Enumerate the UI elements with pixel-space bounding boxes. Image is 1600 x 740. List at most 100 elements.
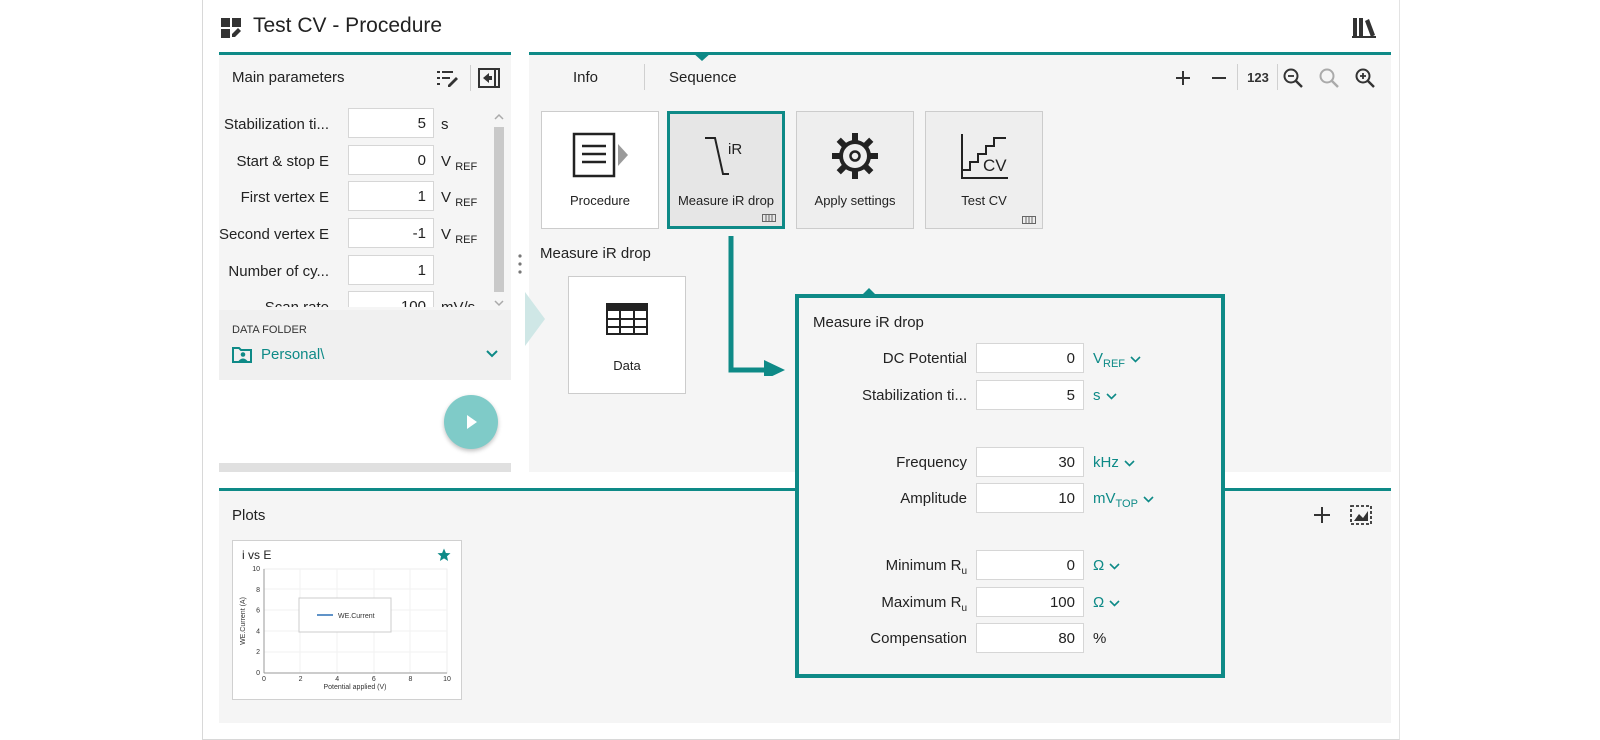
scroll-up-icon[interactable] xyxy=(493,113,505,121)
field-input[interactable]: 30 xyxy=(976,447,1084,477)
field-label: Amplitude xyxy=(900,490,967,507)
connector-arrow-icon xyxy=(728,236,785,376)
param-label: Stabilization ti... xyxy=(223,116,329,133)
scroll-down-icon[interactable] xyxy=(493,299,505,307)
panel-footer-bar xyxy=(219,463,511,472)
play-icon xyxy=(467,415,477,429)
param-unit: mV/s xyxy=(441,299,475,307)
edit-list-icon[interactable] xyxy=(436,68,460,90)
data-folder-value[interactable]: Personal\ xyxy=(261,346,324,363)
param-label: Second vertex E xyxy=(219,226,329,243)
unit-select[interactable]: Ω xyxy=(1093,557,1120,577)
param-label: Start & stop E xyxy=(236,153,329,170)
field-label: Maximum Ru xyxy=(881,594,967,614)
library-icon[interactable] xyxy=(1352,16,1376,38)
subsequence-title: Measure iR drop xyxy=(540,245,651,262)
zoom-in-icon[interactable] xyxy=(1353,66,1377,90)
field-label: Minimum Ru xyxy=(885,557,967,577)
plot-image-icon[interactable] xyxy=(1349,503,1373,527)
zoom-fit-icon[interactable] xyxy=(1317,66,1341,90)
play-button[interactable] xyxy=(444,395,498,449)
legend-label: WE.Current xyxy=(338,613,375,620)
field-input[interactable]: 5 xyxy=(976,380,1084,410)
apply-settings-tile[interactable]: Apply settings xyxy=(796,111,914,229)
data-folder-section[interactable]: DATA FOLDER Personal\ xyxy=(219,310,511,380)
plot-thumbnail[interactable]: i vs E WE.Current Potential applied (V) … xyxy=(232,540,462,700)
y-tick-label: 0 xyxy=(256,670,260,677)
active-tab-notch xyxy=(692,52,712,61)
measure-ir-drop-tile-label: Measure iR drop xyxy=(677,193,775,208)
param-label: First vertex E xyxy=(240,189,329,206)
field-input[interactable]: 80 xyxy=(976,623,1084,653)
x-tick-label: 6 xyxy=(372,676,376,683)
field-input[interactable]: 100 xyxy=(976,587,1084,617)
field-input[interactable]: 0 xyxy=(976,343,1084,373)
parameter-scrollbar[interactable] xyxy=(492,113,505,313)
field-label: Frequency xyxy=(896,454,967,471)
param-row: Number of cy... 1 xyxy=(219,255,499,287)
collapse-panel-icon[interactable] xyxy=(477,67,501,89)
tab-info[interactable]: Info xyxy=(573,69,598,86)
param-input[interactable]: 1 xyxy=(348,255,434,285)
table-badge-icon xyxy=(762,214,776,222)
add-plot-icon[interactable] xyxy=(1311,504,1333,526)
tab-divider xyxy=(644,64,645,90)
param-unit: V REF xyxy=(441,153,478,173)
unit-select[interactable]: s xyxy=(1093,387,1117,407)
y-tick-label: 6 xyxy=(256,608,260,615)
unit-select[interactable]: Ω xyxy=(1093,594,1120,614)
chevron-down-icon[interactable] xyxy=(1124,459,1135,467)
tab-sequence[interactable]: Sequence xyxy=(669,69,737,86)
remove-icon[interactable] xyxy=(1207,66,1231,90)
chevron-down-icon[interactable] xyxy=(1143,495,1154,503)
param-unit: V REF xyxy=(441,189,478,209)
param-row: Scan rate 100 mV/s xyxy=(219,291,499,307)
param-input[interactable]: 5 xyxy=(348,108,434,138)
apply-settings-tile-label: Apply settings xyxy=(814,193,896,208)
folder-user-icon xyxy=(232,347,252,363)
param-row: Stabilization ti... 5 s xyxy=(219,108,499,140)
param-input[interactable]: 0 xyxy=(348,145,434,175)
test-cv-tile[interactable]: CV Test CV xyxy=(925,111,1043,229)
unit-select[interactable]: kHz xyxy=(1093,454,1135,474)
chevron-down-icon[interactable] xyxy=(485,349,499,359)
measure-ir-drop-tile[interactable]: iR Measure iR drop xyxy=(667,111,785,229)
param-input[interactable]: 100 xyxy=(348,291,434,307)
plots-title: Plots xyxy=(232,507,266,524)
x-tick-label: 10 xyxy=(443,676,451,683)
add-icon[interactable] xyxy=(1171,66,1195,90)
chevron-down-icon[interactable] xyxy=(1109,599,1120,607)
main-parameters-panel: Main parameters Stabilization ti... 5 s St… xyxy=(219,52,511,475)
param-row: Start & stop E 0 V REF xyxy=(219,145,499,177)
unit-select[interactable]: mVTOP xyxy=(1093,490,1154,510)
field-row: Minimum Ru 0 Ω xyxy=(799,550,1219,582)
field-row: Compensation 80% xyxy=(799,623,1219,655)
param-label: Scan rate xyxy=(265,299,329,307)
zoom-out-icon[interactable] xyxy=(1281,66,1305,90)
param-input[interactable]: 1 xyxy=(348,181,434,211)
field-input[interactable]: 10 xyxy=(976,483,1084,513)
chevron-down-icon[interactable] xyxy=(1105,392,1117,400)
param-input[interactable]: -1 xyxy=(348,218,434,248)
procedure-icon xyxy=(572,132,628,178)
toolbar-divider xyxy=(1277,64,1278,90)
param-unit: s xyxy=(441,116,449,133)
procedure-tile[interactable]: Procedure xyxy=(541,111,659,229)
numbering-button[interactable]: 123 xyxy=(1243,66,1273,90)
y-tick-label: 10 xyxy=(252,566,260,573)
param-row: Second vertex E -1 V REF xyxy=(219,218,499,250)
x-tick-label: 4 xyxy=(335,676,339,683)
gear-icon xyxy=(832,133,878,179)
chevron-down-icon[interactable] xyxy=(1130,355,1141,363)
procedure-grid-icon xyxy=(221,18,241,38)
data-tile[interactable]: Data xyxy=(568,276,686,394)
data-tile-label: Data xyxy=(613,358,641,373)
chevron-down-icon[interactable] xyxy=(1109,562,1120,570)
x-tick-label: 2 xyxy=(299,676,303,683)
field-input[interactable]: 0 xyxy=(976,550,1084,580)
splitter-grip-icon[interactable] xyxy=(517,253,523,275)
unit-select: % xyxy=(1093,630,1107,647)
unit-select[interactable]: VREF xyxy=(1093,350,1141,370)
field-row: Frequency 30 kHz xyxy=(799,447,1219,479)
scroll-thumb[interactable] xyxy=(494,127,504,292)
